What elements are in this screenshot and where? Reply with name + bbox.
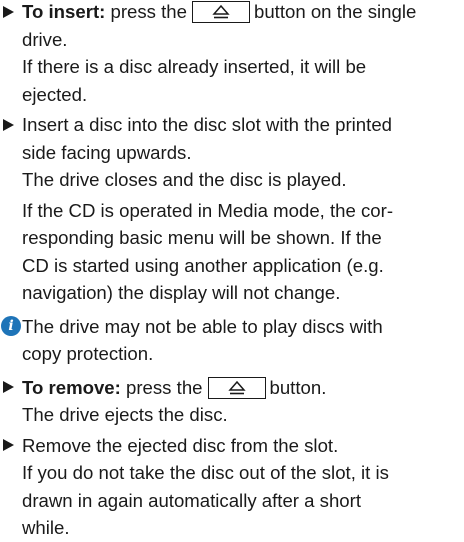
media-note-line-4: navigation) the display will not change. <box>22 282 341 303</box>
remove-label: To remove: <box>22 376 121 398</box>
final-step: Remove the ejected disc from the slot. I… <box>0 432 464 542</box>
final-step-line-4: while. <box>22 517 70 538</box>
media-note-line-2: responding basic menu will be shown. If … <box>22 227 382 248</box>
media-note-line-1: If the CD is operated in Media mode, the… <box>22 199 394 221</box>
eject-button-icon <box>191 1 250 23</box>
disc-step-line-2: side facing upwards. <box>22 141 192 163</box>
insert-note-line-1: If there is a disc already inserted, it … <box>22 56 367 77</box>
disc-step-line-3: The drive closes and the disc is played. <box>22 169 347 190</box>
insert-text-b: button on the single <box>253 1 417 22</box>
final-step-line-3: drawn in again automatically after a sho… <box>22 489 361 511</box>
insert-step-line-2: drive. <box>22 28 68 50</box>
insert-text-a: press the <box>110 1 187 22</box>
remove-step-line-1: To remove: press the button. <box>22 374 460 402</box>
remove-step-line-2: The drive ejects the disc. <box>22 404 228 425</box>
info-icon: i <box>1 315 21 336</box>
remove-step: To remove: press the button. The drive ej… <box>0 374 464 429</box>
media-mode-note: If the CD is operated in Media mode, the… <box>0 197 464 307</box>
media-note-line-3: CD is started using another application … <box>22 254 384 276</box>
final-step-line-1: Remove the ejected disc from the slot. <box>22 434 339 456</box>
insert-step: To insert: press the button on the single… <box>0 0 464 108</box>
bullet-triangle-icon <box>3 111 17 139</box>
remove-text-b: button. <box>269 376 327 398</box>
bullet-triangle-icon <box>3 374 17 402</box>
insert-step-line-1: To insert: press the button on the single <box>22 0 460 26</box>
copy-protection-note: i The drive may not be able to play disc… <box>0 313 464 368</box>
disc-step: Insert a disc into the disc slot with th… <box>0 111 464 194</box>
remove-text-a: press the <box>126 376 203 398</box>
info-note-line-2: copy protection. <box>22 343 154 364</box>
disc-step-line-1: Insert a disc into the disc slot with th… <box>22 114 392 135</box>
bullet-triangle-icon <box>3 0 17 26</box>
insert-label: To insert: <box>22 1 106 22</box>
bullet-triangle-icon <box>3 432 17 460</box>
instruction-document: To insert: press the button on the single… <box>0 0 464 542</box>
final-step-line-2: If you do not take the disc out of the s… <box>22 462 389 483</box>
eject-button-icon <box>207 376 266 399</box>
info-note-line-1: The drive may not be able to play discs … <box>22 315 383 337</box>
insert-note-line-2: ejected. <box>22 83 88 105</box>
